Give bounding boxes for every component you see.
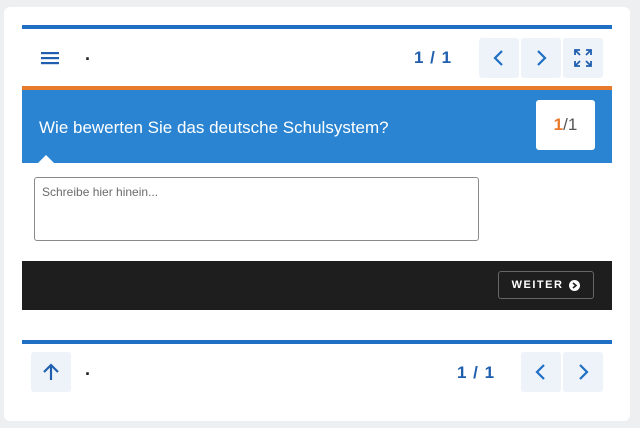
fullscreen-button[interactable] [563,38,603,78]
bottom-accent-bar [22,340,612,344]
badge-total: 1 [567,115,578,134]
chevron-right-icon [537,50,547,66]
hamburger-menu-icon [41,52,59,65]
question-text: Wie bewerten Sie das deutsche Schulsyste… [39,118,389,137]
top-prev-button[interactable] [479,38,519,78]
question-notch [38,155,54,163]
bottom-next-button[interactable] [563,352,603,392]
badge-current: 1 [553,115,564,134]
top-accent-bar [22,25,612,29]
expand-icon [574,49,592,67]
weiter-button[interactable]: WEITER [498,271,594,299]
question-footer: WEITER [22,261,612,310]
bottom-page-counter: 1 / 1 [457,363,496,382]
top-next-button[interactable] [521,38,561,78]
chevron-left-icon [535,364,545,380]
arrow-up-icon [43,363,59,380]
arrow-circle-right-icon [569,279,581,291]
top-title: . [85,44,91,64]
scroll-top-button[interactable] [31,352,71,392]
bottom-prev-button[interactable] [521,352,561,392]
answer-textarea[interactable] [34,177,479,241]
bottom-title: . [85,359,91,379]
chevron-left-icon [493,50,503,66]
top-page-counter: 1 / 1 [414,48,453,67]
chevron-right-icon [579,364,589,380]
question-header: Wie bewerten Sie das deutsche Schulsyste… [22,90,612,163]
menu-button[interactable] [30,38,70,78]
question-number-badge: 1 / 1 [536,100,595,150]
weiter-label: WEITER [511,279,564,291]
